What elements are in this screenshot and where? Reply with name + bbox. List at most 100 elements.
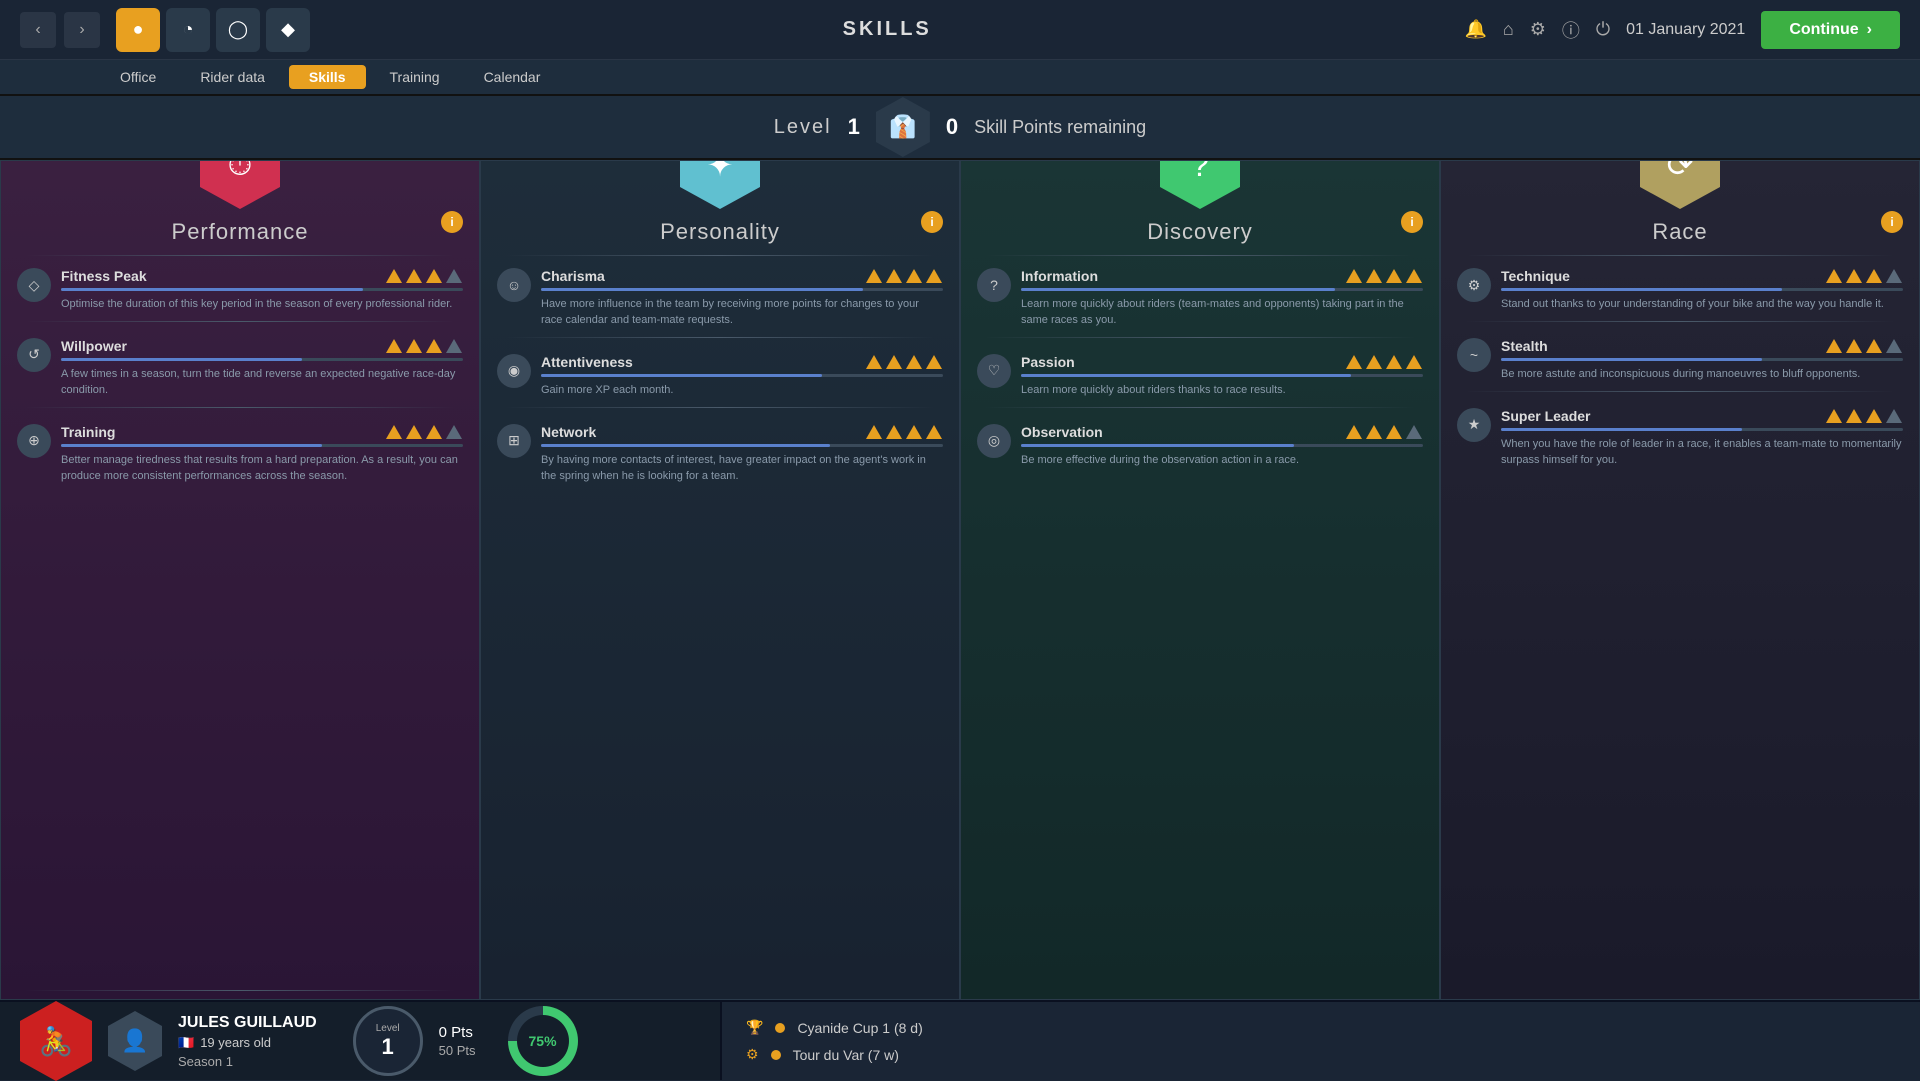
super-leader-name: Super Leader	[1501, 408, 1590, 424]
skill-attentiveness: ◉ Attentiveness Gain more XP each month.	[481, 346, 959, 399]
stealth-bar	[1501, 358, 1903, 361]
skill-super-leader: ★ Super Leader When you have the role of…	[1441, 400, 1919, 469]
information-bar	[1021, 288, 1423, 291]
performance-info-badge[interactable]: i	[441, 211, 463, 233]
level-circle: Level 1	[353, 1006, 423, 1076]
performance-hex-icon: ⏱	[200, 160, 280, 209]
fitness-peak-icon: ◇	[17, 268, 51, 302]
information-name: Information	[1021, 268, 1098, 284]
progress-pct: 75%	[517, 1015, 569, 1067]
network-name: Network	[541, 424, 596, 440]
nav-icon-clock[interactable]: ◯	[216, 8, 260, 52]
pts-total: 50 Pts	[439, 1043, 476, 1058]
information-stars	[1345, 269, 1423, 283]
bottom-bar: 🚴 👤 JULES GUILLAUD 🇫🇷 19 years old Seaso…	[0, 1000, 1920, 1080]
personality-divider	[505, 255, 935, 256]
skill-fitness-peak: ◇ Fitness Peak Optimise the duration of …	[1, 260, 479, 313]
super-leader-desc: When you have the role of leader in a ra…	[1501, 437, 1903, 469]
level-circle-num: 1	[382, 1034, 394, 1060]
personality-info-badge[interactable]: i	[921, 211, 943, 233]
attentiveness-stars	[865, 355, 943, 369]
sub-nav-calendar[interactable]: Calendar	[464, 65, 561, 89]
stealth-icon: ~	[1457, 338, 1491, 372]
top-bar-left: ‹ › ● ◔ ◯ ◆	[20, 8, 310, 52]
bell-icon[interactable]: 🔔	[1464, 19, 1486, 40]
nav-icon-globe[interactable]: ◆	[266, 8, 310, 52]
discovery-divider	[985, 255, 1415, 256]
willpower-stars	[385, 339, 463, 353]
race-label-1: Cyanide Cup 1 (8 d)	[797, 1020, 922, 1036]
discovery-hex-icon: ?	[1160, 160, 1240, 209]
level-circle-wrap: Level 1 0 Pts 50 Pts	[353, 1006, 476, 1076]
skill-points-label: Skill Points remaining	[974, 117, 1146, 138]
bottom-right: 🏆 Cyanide Cup 1 (8 d) ⚙ Tour du Var (7 w…	[720, 1002, 1920, 1080]
training-desc: Better manage tiredness that results fro…	[61, 453, 463, 485]
main-content: ⏱ i Performance ◇ Fitness Peak Optimise …	[0, 160, 1920, 1000]
skill-stealth: ~ Stealth Be more astute and inconspicuo…	[1441, 330, 1919, 383]
fitness-peak-bar	[61, 288, 463, 291]
observation-name: Observation	[1021, 424, 1103, 440]
nav-forward[interactable]: ›	[64, 12, 100, 48]
fitness-peak-stars	[385, 269, 463, 283]
passion-stars	[1345, 355, 1423, 369]
race-info-badge[interactable]: i	[1881, 211, 1903, 233]
level-bar: Level 1 👔 0 Skill Points remaining	[0, 96, 1920, 160]
rider-info: JULES GUILLAUD 🇫🇷 19 years old Season 1	[178, 1014, 317, 1069]
discovery-info-badge[interactable]: i	[1401, 211, 1423, 233]
race-card: ⟳ i Race ⚙ Technique Stand out thanks to…	[1440, 160, 1920, 1000]
observation-stars	[1345, 425, 1423, 439]
rider-hex-icon: 👔	[876, 97, 930, 157]
continue-button[interactable]: Continue ›	[1761, 11, 1900, 49]
rider-name: JULES GUILLAUD	[178, 1014, 317, 1032]
race-divider	[1465, 255, 1895, 256]
passion-name: Passion	[1021, 354, 1075, 370]
date-display: 01 January 2021	[1626, 21, 1745, 39]
gear-icon[interactable]: ⚙	[1530, 19, 1546, 40]
charisma-stars	[865, 269, 943, 283]
info-icon[interactable]: ⓘ	[1562, 17, 1580, 43]
stealth-desc: Be more astute and inconspicuous during …	[1501, 367, 1903, 383]
race-item-1: 🏆 Cyanide Cup 1 (8 d)	[746, 1019, 1896, 1036]
top-bar-right: 🔔 ⌂ ⚙ ⓘ ⏻ 01 January 2021 Continue ›	[1464, 11, 1900, 49]
top-bar: ‹ › ● ◔ ◯ ◆ SKILLS 🔔 ⌂ ⚙ ⓘ ⏻ 01 January …	[0, 0, 1920, 60]
race-item-2: ⚙ Tour du Var (7 w)	[746, 1046, 1896, 1063]
information-icon: ?	[977, 268, 1011, 302]
power-icon[interactable]: ⏻	[1596, 19, 1610, 40]
network-desc: By having more contacts of interest, hav…	[541, 453, 943, 485]
dot-yellow-2	[771, 1050, 781, 1060]
continue-arrow-icon: ›	[1867, 21, 1872, 39]
sub-nav-training[interactable]: Training	[370, 65, 460, 89]
skill-passion: ♡ Passion Learn more quickly about rider…	[961, 346, 1439, 399]
pts-current: 0 Pts	[439, 1024, 476, 1041]
performance-divider	[25, 255, 455, 256]
top-icons: 🔔 ⌂ ⚙ ⓘ ⏻	[1464, 17, 1610, 43]
stealth-name: Stealth	[1501, 338, 1548, 354]
attentiveness-name: Attentiveness	[541, 354, 633, 370]
willpower-bar	[61, 358, 463, 361]
performance-card: ⏱ i Performance ◇ Fitness Peak Optimise …	[0, 160, 480, 1000]
progress-circle-wrap: 75%	[508, 1006, 578, 1076]
level-number: 1	[848, 114, 860, 140]
super-leader-icon: ★	[1457, 408, 1491, 442]
personality-hex-icon: ✦	[680, 160, 760, 209]
home-icon[interactable]: ⌂	[1503, 19, 1514, 40]
technique-name: Technique	[1501, 268, 1570, 284]
passion-desc: Learn more quickly about riders thanks t…	[1021, 383, 1423, 399]
sub-nav-rider-data[interactable]: Rider data	[180, 65, 285, 89]
rider-jersey: 🚴	[20, 1001, 92, 1081]
nav-back[interactable]: ‹	[20, 12, 56, 48]
level-circle-label: Level	[376, 1023, 400, 1034]
willpower-desc: A few times in a season, turn the tide a…	[61, 367, 463, 399]
training-name: Training	[61, 424, 115, 440]
level-label: Level	[774, 116, 832, 139]
nav-icon-riders[interactable]: ◔	[166, 8, 210, 52]
rider-season: Season 1	[178, 1054, 317, 1069]
attentiveness-bar	[541, 374, 943, 377]
sub-nav-skills[interactable]: Skills	[289, 65, 366, 89]
training-bar	[61, 444, 463, 447]
nav-icons: ● ◔ ◯ ◆	[116, 8, 310, 52]
network-bar	[541, 444, 943, 447]
sub-nav-office[interactable]: Office	[100, 65, 176, 89]
nav-icon-person[interactable]: ●	[116, 8, 160, 52]
willpower-icon: ↺	[17, 338, 51, 372]
